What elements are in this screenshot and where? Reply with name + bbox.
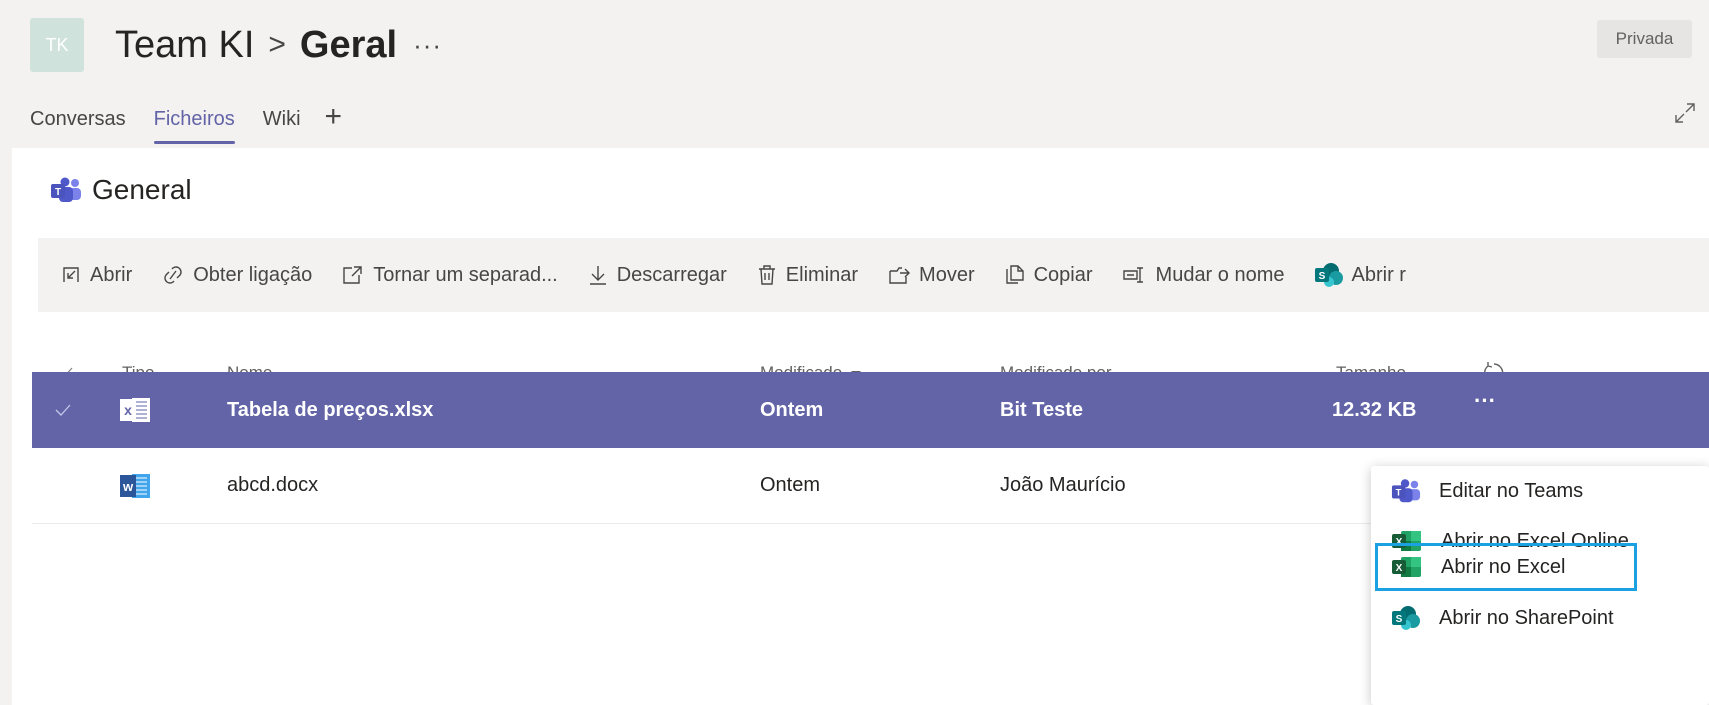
- file-modified-by: Bit Teste: [1000, 398, 1083, 421]
- svg-text:S: S: [1318, 271, 1325, 282]
- teams-icon: T: [51, 177, 81, 202]
- folder-name[interactable]: General: [92, 174, 192, 206]
- add-tab-button[interactable]: +: [325, 102, 343, 132]
- open-button[interactable]: Abrir: [60, 264, 132, 287]
- file-size: 12.32 KB: [1332, 398, 1417, 421]
- sharepoint-icon: S: [1314, 263, 1343, 287]
- teams-icon: T: [1391, 479, 1421, 503]
- row-more-options-button[interactable]: ···: [1474, 388, 1496, 414]
- trash-icon: [758, 265, 775, 285]
- rename-icon: [1122, 267, 1143, 283]
- tab-out-icon: [343, 266, 362, 284]
- open-sharepoint-label: Abrir r: [1351, 263, 1406, 286]
- delete-label: Eliminar: [785, 263, 859, 286]
- svg-text:T: T: [1396, 488, 1402, 498]
- row-check-icon[interactable]: [54, 403, 72, 417]
- copy-button[interactable]: Copiar: [1004, 264, 1093, 287]
- menu-item-label: Abrir no Excel: [1441, 555, 1566, 578]
- privacy-badge: Privada: [1597, 20, 1692, 58]
- sharepoint-icon: S: [1392, 606, 1420, 630]
- breadcrumb-separator: >: [268, 28, 286, 61]
- copy-icon: [1005, 265, 1024, 284]
- tab-conversas[interactable]: Conversas: [30, 104, 126, 148]
- team-avatar[interactable]: TK: [30, 18, 84, 72]
- move-button[interactable]: Mover: [887, 264, 975, 287]
- menu-item-label: Editar no Teams: [1439, 479, 1584, 502]
- menu-item-label: Abrir no SharePoint: [1439, 606, 1614, 629]
- file-toolbar: Abrir Obter ligação Tornar um separad...…: [38, 238, 1709, 312]
- copy-label: Copiar: [1033, 263, 1093, 286]
- channel-name: Geral: [299, 23, 398, 66]
- channel-header: TK Team KI > Geral ··· Privada Conversas…: [0, 0, 1709, 144]
- move-label: Mover: [919, 263, 975, 286]
- menu-item-open-excel[interactable]: X Abrir no Excel: [1375, 543, 1637, 591]
- file-name[interactable]: abcd.docx: [227, 474, 318, 497]
- svg-text:X: X: [1396, 563, 1403, 574]
- tab-wiki[interactable]: Wiki: [263, 104, 301, 148]
- team-name[interactable]: Team KI: [115, 24, 254, 67]
- tab-ficheiros[interactable]: Ficheiros: [153, 104, 235, 148]
- rename-button[interactable]: Mudar o nome: [1122, 264, 1285, 287]
- word-file-icon: w: [120, 473, 150, 498]
- open-sharepoint-button[interactable]: S Abrir r: [1314, 262, 1406, 288]
- channel-more-options-button[interactable]: ···: [413, 30, 442, 61]
- menu-item-edit-in-teams[interactable]: T Editar no Teams: [1371, 466, 1709, 516]
- menu-item-open-sharepoint[interactable]: S Abrir no SharePoint: [1371, 593, 1709, 643]
- open-label: Abrir: [90, 263, 133, 286]
- svg-text:T: T: [55, 187, 61, 198]
- file-modified: Ontem: [760, 474, 821, 496]
- delete-button[interactable]: Eliminar: [756, 264, 858, 287]
- link-icon: [164, 266, 182, 284]
- make-tab-label: Tornar um separad...: [373, 263, 558, 286]
- excel-file-icon: x: [120, 398, 150, 422]
- page-title: Team KI > Geral ···: [115, 18, 442, 72]
- rename-label: Mudar o nome: [1155, 263, 1285, 286]
- svg-text:S: S: [1396, 614, 1403, 625]
- table-row[interactable]: x Tabela de preços.xlsx Ontem Bit Teste …: [32, 372, 1709, 448]
- open-icon: [63, 267, 79, 282]
- expand-icon[interactable]: [1672, 100, 1698, 126]
- download-label: Descarregar: [616, 263, 727, 286]
- channel-tabs: Conversas Ficheiros Wiki +: [30, 102, 343, 148]
- context-menu: T Editar no Teams X Abrir no Excel Onlin…: [1371, 466, 1709, 705]
- file-name[interactable]: Tabela de preços.xlsx: [227, 399, 433, 422]
- svg-text:x: x: [124, 402, 132, 418]
- get-link-button[interactable]: Obter ligação: [161, 264, 312, 287]
- excel-icon: X: [1392, 557, 1421, 577]
- svg-text:w: w: [122, 479, 134, 494]
- make-tab-button[interactable]: Tornar um separad...: [341, 264, 558, 287]
- move-icon: [889, 267, 911, 284]
- file-modified: Ontem: [760, 398, 824, 421]
- folder-breadcrumb: T General: [50, 174, 192, 206]
- download-icon: [589, 266, 606, 285]
- get-link-label: Obter ligação: [193, 263, 313, 286]
- download-button[interactable]: Descarregar: [587, 264, 727, 287]
- file-modified-by: João Maurício: [1000, 474, 1126, 496]
